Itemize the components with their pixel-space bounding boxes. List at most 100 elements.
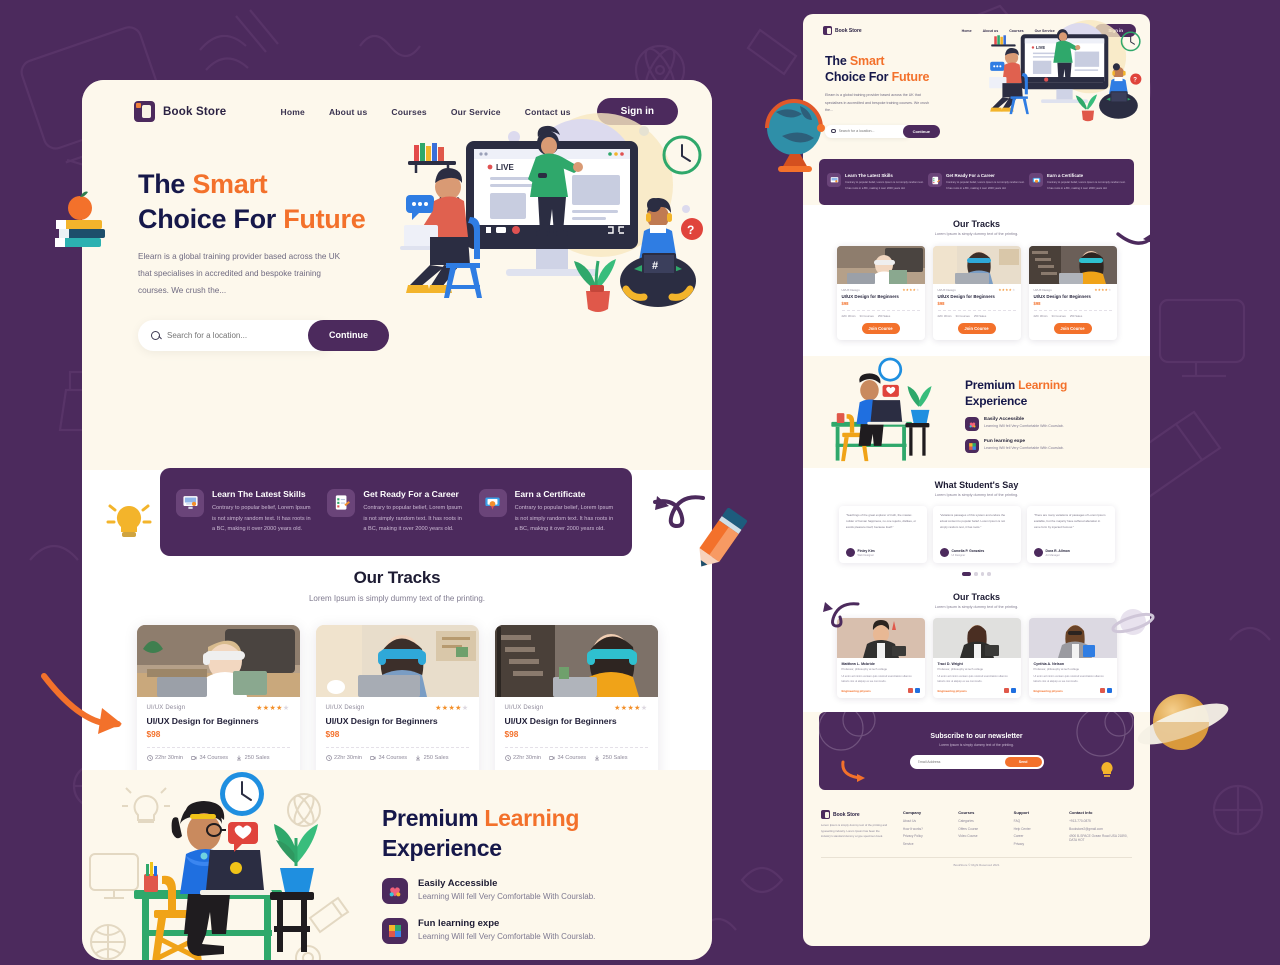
footer-link[interactable]: About Us [903,819,944,823]
course-title: UI/UX Design for Beginners [1033,294,1091,299]
r-feature-card: Learn The Latest Skills Contrary to popu… [825,173,926,190]
carousel-dot[interactable] [974,572,978,576]
team-photo [932,617,1021,658]
footer-link[interactable]: Privacy [1014,842,1055,846]
nav-link-home[interactable]: Home [281,107,305,117]
r-premium-illustration [831,357,932,462]
rating-stars: ★★★★★ [998,288,1016,292]
social-links [1003,688,1016,694]
newsletter-form: Send [909,755,1044,770]
r-nav-link-home[interactable]: Home [962,29,972,33]
brand-logo[interactable]: Book Store [134,101,226,122]
feature-desc: Contrary to popular belief, Lorem Ipsum … [212,504,311,533]
team-card[interactable]: Cynthia A. Nelson Professor, philosophy … [1028,617,1117,699]
hero-illustration: LIVE # ? [400,113,703,312]
premium-title: Premium Learning Experience [382,804,672,864]
r-search-input[interactable] [838,129,891,134]
linkedin-icon[interactable] [914,688,920,694]
footer-brand-name: Book Store [833,811,860,818]
courses-meta: 34 Courses [1051,314,1066,318]
footer-link[interactable]: Video Course [958,834,999,838]
rating-stars: ★★★★★ [435,705,469,712]
courses-meta: 34 Courses [955,314,970,318]
carousel-dot[interactable] [987,572,991,576]
search-input[interactable] [167,330,277,340]
testimonials-title: What Student's Say [934,480,1019,490]
newsletter-email-input[interactable] [917,760,988,765]
feature-card: Earn a Certificate Contrary to popular b… [475,488,620,536]
team-card[interactable]: Traci D. Wright Professor, philosophy at… [932,617,1021,699]
nav-link-about[interactable]: About us [329,107,367,117]
curved-arrow-decoration [41,673,122,734]
linkedin-icon[interactable] [1010,688,1016,694]
join-course-button[interactable]: Join Course [1053,323,1092,334]
course-title: UI/UX Design for Beginners [325,716,438,726]
clock-icon [146,755,153,761]
footer-link[interactable]: Help Center [1014,827,1055,831]
team-desc: Ut enim ad minim veniam quis nostrud exe… [841,674,912,683]
rating-stars: ★★★★★ [902,288,920,292]
instagram-icon[interactable] [1003,688,1009,694]
footer-column-courses: Courses Categories Offers Course Video C… [958,810,999,849]
checklist-icon [928,173,942,188]
instagram-icon[interactable] [1099,688,1105,694]
course-category: UI/UX Design [504,705,544,711]
footer-brand[interactable]: Book Store [821,810,889,820]
r-track-card[interactable]: UI/UX Design ★★★★★ UI/UX Design for Begi… [932,246,1021,340]
r-premium-feature-item: Easily Accessible Learning Will fell Ver… [965,417,1131,432]
curly-arrow-small-decoration [823,602,860,628]
book-icon [823,26,832,35]
footer-link[interactable]: FAQ [1014,819,1055,823]
footer-about: Lorem Ipsum is simply dummy text of the … [821,823,888,839]
hero-title-part1: The [138,169,193,199]
footer-link[interactable]: Privacy Policy [903,834,944,838]
linkedin-icon[interactable] [1106,688,1112,694]
r-track-card[interactable]: UI/UX Design ★★★★★ UI/UX Design for Begi… [836,246,925,340]
join-course-button[interactable]: Join Course [957,323,996,334]
testimonial-card: "Teachings of the great explorer of trut… [838,506,927,563]
r-brand-name: Book Store [835,27,862,34]
r-premium-item-desc: Learning Will fell Very Comfortable With… [984,423,1064,428]
premium-title-part2: Experience [382,834,502,861]
svg-text:?: ? [1133,77,1137,84]
r-feature-title: Get Ready For a Career [946,173,995,179]
course-thumbnail [494,625,658,697]
clock-icon [325,755,332,761]
testimonial-role: Art Manager [1045,553,1060,557]
checklist-icon [327,488,356,517]
footer-column-contact: Contact Info +913-770-0875 Bookstore2@gm… [1069,810,1132,849]
carousel-dot[interactable] [980,572,985,576]
team-tag: Engineering physics [937,688,967,693]
join-course-button[interactable]: Join Course [861,323,900,334]
course-price: $98 [325,729,340,739]
r-continue-button[interactable]: Continue [902,124,940,138]
search-icon [151,330,160,340]
footer-link[interactable]: Categories [958,819,999,823]
feature-title: Get Ready For a Career [363,488,459,499]
team-role: Professor, philosophy at tech college [1033,666,1080,671]
hero-title-highlight2: Future [283,203,366,234]
carousel-dot-active[interactable] [962,572,972,576]
footer-link[interactable]: Offers Course [958,827,999,831]
heart-icon [965,417,979,432]
continue-button[interactable]: Continue [308,319,389,351]
footer-email[interactable]: Bookstore2@gmail.com [1069,827,1132,831]
footer-address: 4900 B-SPACE Ocean Road USA 21890, DATA … [1069,834,1128,843]
hero-title: The Smart Choice For Future [138,167,388,236]
video-icon [370,756,376,760]
testimonial-card-list: "Teachings of the great explorer of trut… [803,506,1150,563]
instagram-icon[interactable] [907,688,913,694]
team-photo [1028,617,1117,658]
r-brand-logo[interactable]: Book Store [823,26,862,35]
footer-phone[interactable]: +913-770-0875 [1069,819,1132,823]
arrow-decoration [1116,232,1154,245]
footer-link[interactable]: How It works? [903,827,944,831]
tracks-title: Our Tracks [353,568,441,587]
r-features-strip: Learn The Latest Skills Contrary to popu… [819,159,1134,205]
rating-stars: ★★★★★ [614,705,648,712]
footer-link[interactable]: Service [903,842,944,846]
footer-link[interactable]: Career [1014,834,1055,838]
avatar [939,548,949,557]
newsletter-send-button[interactable]: Send [1004,757,1042,768]
r-track-card[interactable]: UI/UX Design ★★★★★ UI/UX Design for Begi… [1028,246,1117,340]
